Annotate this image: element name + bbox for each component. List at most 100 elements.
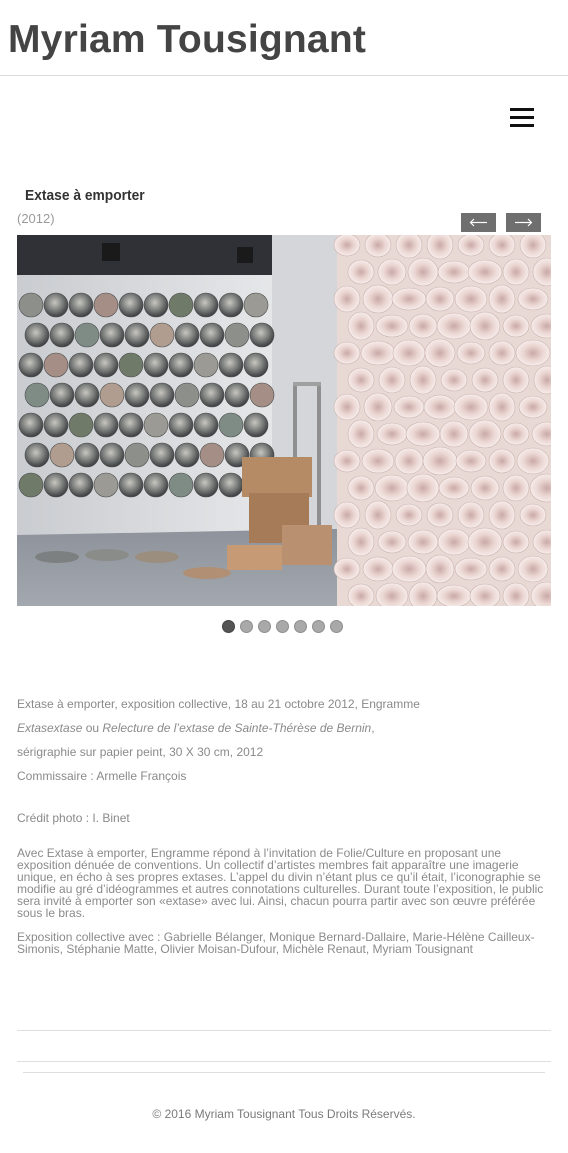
plate-artwork (174, 322, 200, 348)
paper-roll (454, 285, 488, 313)
paper-roll (515, 339, 551, 367)
menu-bar (510, 124, 534, 127)
paper-roll (347, 583, 375, 606)
paper-roll (456, 341, 486, 365)
paper-roll (362, 556, 394, 582)
paper-roll (333, 285, 361, 313)
paper-roll (454, 557, 488, 581)
paper-roll (423, 394, 457, 420)
paper-roll (393, 395, 425, 419)
plate-artwork (49, 382, 75, 408)
paper-roll (488, 500, 516, 530)
plate-artwork (243, 352, 269, 378)
plate-artwork (43, 352, 69, 378)
plate-artwork (168, 412, 194, 438)
plate-artwork (93, 352, 119, 378)
slide-dot[interactable] (258, 620, 271, 633)
paper-roll (453, 393, 489, 421)
plate-artwork (243, 292, 269, 318)
paper-roll (502, 582, 530, 606)
plate-artwork (193, 472, 219, 498)
plate-artwork (74, 442, 100, 468)
paper-roll (439, 420, 469, 448)
plate-artwork (118, 472, 144, 498)
paper-roll (488, 235, 516, 258)
paper-roll (502, 258, 530, 286)
plate-artwork (143, 292, 169, 318)
paper-roll (333, 449, 361, 473)
plate-artwork (218, 472, 244, 498)
slideshow-image[interactable] (17, 235, 551, 606)
paper-roll (364, 235, 392, 258)
paper-roll (436, 312, 472, 340)
artwork-subtitle: Relecture de l’extase de Sainte-Thérèse … (102, 721, 372, 735)
plate-artwork (149, 382, 175, 408)
paper-roll (347, 311, 375, 341)
paper-roll (347, 367, 375, 393)
footer-copyright: © 2016 Myriam Tousignant Tous Droits Rés… (152, 1107, 416, 1121)
paper-roll (436, 584, 472, 606)
paper-roll (440, 368, 468, 392)
paper-roll (347, 475, 375, 501)
arrow-left-icon (469, 218, 487, 227)
paper-roll (347, 259, 375, 285)
paper-roll (361, 448, 395, 474)
paper-roll (424, 338, 456, 368)
paper-roll (488, 340, 516, 366)
paper-roll (470, 475, 500, 501)
paper-roll (407, 257, 439, 287)
paper-roll (394, 447, 424, 475)
slide-dot[interactable] (240, 620, 253, 633)
slide-dot[interactable] (294, 620, 307, 633)
plate-artwork (124, 442, 150, 468)
plate-artwork (243, 412, 269, 438)
slide-dot[interactable] (276, 620, 289, 633)
slide-dot[interactable] (312, 620, 325, 633)
paper-roll (360, 340, 396, 366)
paper-roll (406, 473, 440, 503)
hamburger-menu-icon[interactable] (508, 106, 536, 130)
plate-artwork (224, 382, 250, 408)
site-title-link[interactable]: Myriam Tousignant (8, 17, 366, 63)
paper-roll (518, 395, 548, 419)
plate-artwork (74, 382, 100, 408)
paper-roll (395, 235, 423, 259)
description-connector: ou (82, 721, 103, 735)
paper-roll (502, 474, 530, 502)
paper-roll (376, 422, 408, 446)
divider (17, 1030, 551, 1031)
paper-roll (519, 235, 547, 259)
plate-artwork (149, 322, 175, 348)
paper-roll (425, 286, 455, 312)
plate-artwork (143, 472, 169, 498)
paper-roll (455, 449, 487, 473)
paper-roll (408, 581, 438, 606)
plate-artwork (99, 322, 125, 348)
slide-dot[interactable] (330, 620, 343, 633)
plate-artwork (118, 412, 144, 438)
project-year: (2012) (17, 211, 55, 226)
paper-roll (395, 503, 423, 527)
participants-paragraph: Simonis, Stéphanie Matte, Olivier Moisan… (17, 942, 473, 956)
plate-artwork (224, 322, 250, 348)
paper-roll (471, 367, 499, 393)
plate-artwork (143, 412, 169, 438)
artwork-title: Extasextase (17, 721, 83, 735)
divider (23, 1072, 545, 1073)
paper-roll (378, 366, 406, 394)
plate-artwork (93, 412, 119, 438)
previous-slide-button[interactable] (461, 213, 496, 232)
slide-dot[interactable] (222, 620, 235, 633)
paper-roll (333, 341, 361, 365)
paper-roll (469, 583, 501, 606)
plate-artwork (93, 292, 119, 318)
paper-roll (426, 502, 454, 528)
paper-roll (519, 503, 547, 527)
description-punctuation: , (371, 721, 375, 735)
paper-roll (426, 235, 454, 260)
next-slide-button[interactable] (506, 213, 541, 232)
plate-artwork (218, 352, 244, 378)
plate-artwork (99, 382, 125, 408)
paper-roll (347, 419, 375, 449)
photo-credit: Crédit photo : I. Binet (17, 811, 130, 825)
